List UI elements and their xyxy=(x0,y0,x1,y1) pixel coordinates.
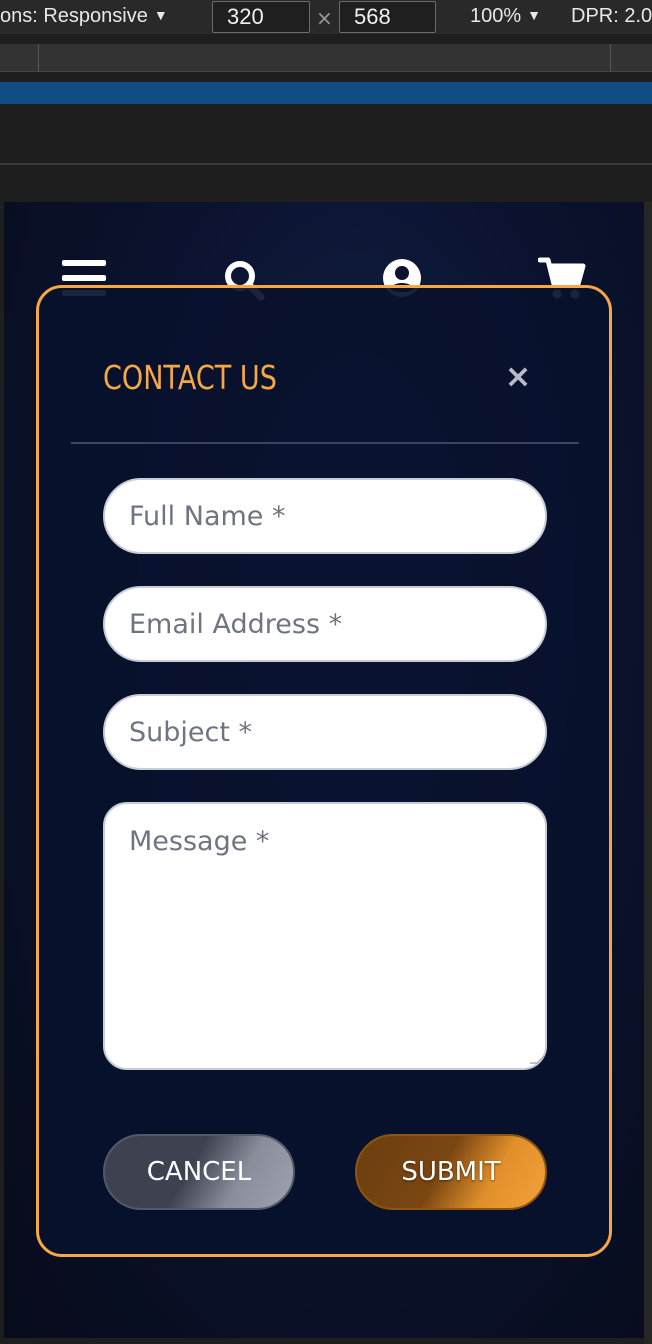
viewport-width-input[interactable] xyxy=(212,1,310,33)
full-name-field[interactable] xyxy=(103,478,547,554)
chevron-down-icon: ▼ xyxy=(153,7,168,23)
email-input[interactable] xyxy=(105,588,545,660)
chevron-down-icon: ▼ xyxy=(527,7,542,23)
device-label: ons: Responsive xyxy=(0,5,148,27)
email-field[interactable] xyxy=(103,586,547,662)
submit-button[interactable]: SUBMIT xyxy=(355,1134,547,1210)
media-query-bar[interactable] xyxy=(0,82,652,104)
subject-input[interactable] xyxy=(105,696,545,768)
modal-title: CONTACT US xyxy=(103,358,277,397)
menu-bar xyxy=(62,275,106,281)
close-icon[interactable]: × xyxy=(501,356,535,396)
cancel-button[interactable]: CANCEL xyxy=(103,1134,295,1210)
dimension-separator: × xyxy=(316,6,333,30)
message-textarea[interactable] xyxy=(105,804,545,1068)
ruler-divider xyxy=(38,44,39,72)
device-viewport: CONTACT US × CANCEL SUBMIT xyxy=(4,202,644,1338)
zoom-label: 100% xyxy=(470,5,522,27)
zoom-selector[interactable]: 100% ▼ xyxy=(470,5,541,28)
viewport-height-input[interactable] xyxy=(339,1,436,33)
devtools-toolbar: ons: Responsive ▼ × 100% ▼ DPR: 2.0 xyxy=(0,0,652,34)
viewport-edge xyxy=(644,202,652,1344)
full-name-input[interactable] xyxy=(105,480,545,552)
ruler-divider xyxy=(610,44,611,72)
dpr-selector[interactable]: DPR: 2.0 xyxy=(571,5,652,28)
message-field[interactable] xyxy=(103,802,547,1070)
menu-bar xyxy=(62,260,106,266)
devtools-divider xyxy=(0,163,652,165)
device-selector[interactable]: ons: Responsive ▼ xyxy=(0,5,168,28)
modal-divider xyxy=(71,442,579,444)
contact-modal: CONTACT US × CANCEL SUBMIT xyxy=(36,285,612,1257)
subject-field[interactable] xyxy=(103,694,547,770)
devtools-ruler xyxy=(0,44,652,72)
